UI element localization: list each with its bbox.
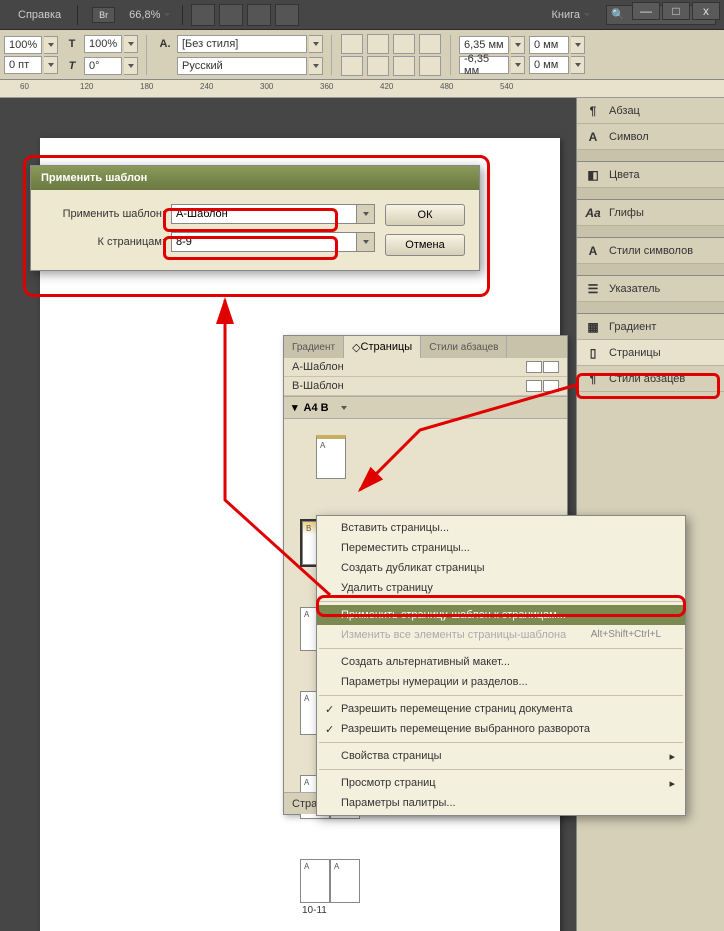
cm-apply-master[interactable]: Применить страницу-шаблон к страницам... <box>317 605 685 625</box>
cm-view-pages[interactable]: Просмотр страниц <box>317 773 685 793</box>
to-pages-combo[interactable] <box>171 232 357 252</box>
cm-palette-opts[interactable]: Параметры палитры... <box>317 793 685 813</box>
inset-top-field[interactable]: 6,35 мм <box>459 36 509 54</box>
spread-label-1011: 10-11 <box>302 905 559 916</box>
menu-help[interactable]: Справка <box>8 5 71 25</box>
window-minimize[interactable]: — <box>632 2 660 20</box>
paragraph-icon: ¶ <box>585 103 601 119</box>
leading-drop[interactable] <box>44 56 58 74</box>
align-justify-btn[interactable] <box>419 34 441 54</box>
horizontal-ruler: 60 120 180 240 300 360 420 480 540 <box>0 80 724 98</box>
panel-glyphs[interactable]: AaГлифы <box>577 200 724 226</box>
view-mode-button-3[interactable] <box>247 4 271 26</box>
page-thumb[interactable]: А <box>300 859 330 903</box>
cm-override-master: Изменить все элементы страницы-шаблонаAl… <box>317 625 685 645</box>
rotation-field[interactable]: 0° <box>84 57 122 75</box>
cm-delete-page[interactable]: Удалить страницу <box>317 578 685 598</box>
align-btn-8[interactable] <box>419 56 441 76</box>
align-right-btn[interactable] <box>393 34 415 54</box>
view-mode-button-4[interactable] <box>275 4 299 26</box>
page-thumb[interactable]: А <box>330 859 360 903</box>
master-b-row[interactable]: В-Шаблон <box>284 377 567 396</box>
cm-allow-move-doc[interactable]: Разрешить перемещение страниц документа <box>317 699 685 719</box>
scale-y-field[interactable]: 100% <box>84 35 122 53</box>
pages-context-menu: Вставить страницы... Переместить страниц… <box>316 515 686 816</box>
cm-insert-pages[interactable]: Вставить страницы... <box>317 518 685 538</box>
cm-page-props[interactable]: Свойства страницы <box>317 746 685 766</box>
window-controls: — □ x <box>632 2 720 20</box>
align-btn-7[interactable] <box>393 56 415 76</box>
align-center-btn[interactable] <box>367 34 389 54</box>
to-pages-label: К страницам: <box>45 236 165 248</box>
ok-button[interactable]: ОК <box>385 204 465 226</box>
section-bar[interactable]: ▾А4 В <box>284 396 567 419</box>
cm-move-pages[interactable]: Переместить страницы... <box>317 538 685 558</box>
cm-numbering[interactable]: Параметры нумерации и разделов... <box>317 672 685 692</box>
gradient-icon: ▦ <box>585 319 601 335</box>
align-left-btn[interactable] <box>341 34 363 54</box>
panel-gradient[interactable]: ▦Градиент <box>577 314 724 340</box>
page-thumb[interactable]: А <box>316 435 346 479</box>
cm-allow-move-spread[interactable]: Разрешить перемещение выбранного разворо… <box>317 719 685 739</box>
scale-x-field[interactable]: 100% <box>4 36 42 54</box>
panel-pointer[interactable]: ☰Указатель <box>577 276 724 302</box>
apply-master-dialog: Применить шаблон Применить шаблон: К стр… <box>30 165 480 271</box>
workspace-selector[interactable]: Книга <box>543 7 598 23</box>
leading-field[interactable]: 0 пт <box>4 56 42 74</box>
offset2-field[interactable]: 0 мм <box>529 56 569 74</box>
menubar: Справка Br 66,8% Книга 🔍 — □ x <box>0 0 724 30</box>
window-close[interactable]: x <box>692 2 720 20</box>
para-styles-icon: ¶ <box>585 371 601 387</box>
lang-icon <box>155 56 175 76</box>
tab-pages[interactable]: ◇Страницы <box>344 336 421 358</box>
view-mode-button-1[interactable] <box>191 4 215 26</box>
index-icon: ☰ <box>585 281 601 297</box>
tab-para-styles[interactable]: Стили абзацев <box>421 336 507 358</box>
char-styles-icon: A <box>585 243 601 259</box>
char-style-field[interactable]: [Без стиля] <box>177 35 307 53</box>
dialog-title: Применить шаблон <box>31 166 479 190</box>
align-btn-5[interactable] <box>341 56 363 76</box>
panel-cveta[interactable]: ◧Цвета <box>577 162 724 188</box>
to-pages-drop[interactable] <box>357 232 375 252</box>
panel-char-styles[interactable]: AСтили символов <box>577 238 724 264</box>
pages-icon: ▯ <box>585 345 601 361</box>
view-mode-button-2[interactable] <box>219 4 243 26</box>
glyphs-icon: Aa <box>585 205 601 221</box>
cm-alt-layout[interactable]: Создать альтернативный макет... <box>317 652 685 672</box>
tab-gradient[interactable]: Градиент <box>284 336 344 358</box>
cm-duplicate-page[interactable]: Создать дубликат страницы <box>317 558 685 578</box>
bridge-badge[interactable]: Br <box>92 7 115 23</box>
swatches-icon: ◧ <box>585 167 601 183</box>
master-a-row[interactable]: А-Шаблон <box>284 358 567 377</box>
scale-x-drop[interactable] <box>44 36 58 54</box>
char-style-icon: A. <box>155 34 175 54</box>
panel-abzac[interactable]: ¶Абзац <box>577 98 724 124</box>
inset-bot-field[interactable]: -6,35 мм <box>459 56 509 74</box>
panel-pages[interactable]: ▯Страницы <box>577 340 724 366</box>
cancel-button[interactable]: Отмена <box>385 234 465 256</box>
apply-master-label: Применить шаблон: <box>45 208 165 220</box>
apply-master-combo[interactable] <box>171 204 357 224</box>
t-icon: T <box>62 34 82 54</box>
window-maximize[interactable]: □ <box>662 2 690 20</box>
panel-symbol[interactable]: AСимвол <box>577 124 724 150</box>
align-btn-6[interactable] <box>367 56 389 76</box>
control-bar: 100% 0 пт T100% T0° A.[Без стиля] Русски… <box>0 30 724 80</box>
language-field[interactable]: Русский <box>177 57 307 75</box>
zoom-level[interactable]: 66,8% <box>123 7 176 23</box>
panel-para-styles[interactable]: ¶Стили абзацев <box>577 366 724 392</box>
character-icon: A <box>585 129 601 145</box>
offset1-field[interactable]: 0 мм <box>529 36 569 54</box>
t-italic-icon: T <box>62 56 82 76</box>
apply-master-drop[interactable] <box>357 204 375 224</box>
